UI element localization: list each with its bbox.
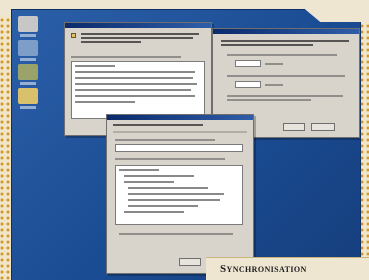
tree-item[interactable] [124,175,194,177]
option-text [227,95,343,97]
hours-label [265,84,283,86]
window-titlebar[interactable] [65,23,211,28]
schedule-dropdown[interactable] [115,144,243,152]
recycle-bin-icon[interactable] [18,64,38,85]
tab-strip[interactable] [113,131,247,133]
ok-button[interactable] [179,258,201,266]
icon-label [20,106,36,109]
icon-label [20,58,36,61]
network-icon[interactable] [18,40,38,61]
my-computer-icon[interactable] [18,16,38,37]
list-item[interactable] [75,101,135,103]
icon-label [20,34,36,37]
instruction-text [221,40,349,42]
hours-input[interactable] [235,81,261,88]
list-item[interactable] [75,71,195,73]
tree-item[interactable] [128,205,198,207]
folder-icon[interactable] [18,88,38,109]
window-titlebar[interactable] [107,115,253,120]
properties-window[interactable] [106,114,254,274]
instruction-text [221,44,313,46]
tree-item[interactable] [119,169,159,171]
caption-box: Synchronisation [206,257,369,280]
minutes-label [265,63,283,65]
tree-item[interactable] [124,211,184,213]
items-tree[interactable] [115,165,243,225]
tree-item[interactable] [128,187,208,189]
option-text [227,54,337,56]
tree-item[interactable] [124,181,174,183]
window-titlebar[interactable] [213,29,359,34]
checkbox-option[interactable] [119,233,233,235]
desktop-screenshot [12,10,360,280]
description-text [81,37,193,39]
description-text [81,33,199,35]
items-list[interactable] [71,61,205,119]
list-item[interactable] [75,83,197,85]
list-item[interactable] [75,89,191,91]
ok-button[interactable] [283,123,305,131]
tree-item[interactable] [128,193,224,195]
field-label [115,158,225,160]
option-text [227,99,311,101]
window-title-text [113,124,203,126]
description-text [81,41,141,43]
caption-text: Synchronisation [220,263,307,275]
field-label [115,139,215,141]
cancel-button[interactable] [311,123,335,131]
list-header [75,65,115,67]
list-item[interactable] [75,95,195,97]
tree-item[interactable] [128,199,220,201]
sync-icon [71,33,76,38]
minutes-input[interactable] [235,60,261,67]
option-text [227,75,345,77]
list-label [71,56,181,58]
icon-label [20,82,36,85]
list-item[interactable] [75,77,193,79]
